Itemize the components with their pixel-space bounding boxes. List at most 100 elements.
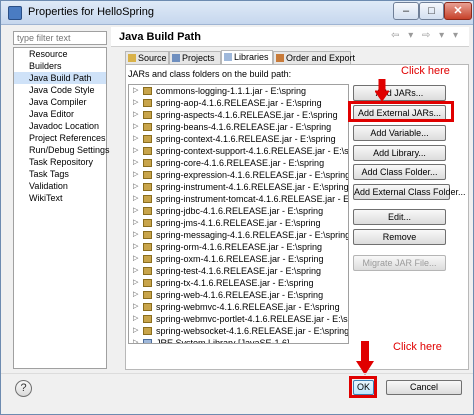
sidebar-item[interactable]: Project References <box>14 132 106 144</box>
add-jars-button[interactable]: Add JARs... <box>353 85 446 101</box>
properties-dialog: Properties for HelloSpring – □ ✕ Resourc… <box>0 0 474 415</box>
sidebar-item[interactable]: WikiText <box>14 192 106 204</box>
jar-icon <box>143 303 152 311</box>
jar-tree-row[interactable]: ▷ spring-aop-4.1.6.RELEASE.jar - E:\sprin… <box>129 97 348 109</box>
expand-toggle-icon[interactable]: ▷ <box>133 145 138 157</box>
jre-library-row[interactable]: ▷ JRE System Library [JavaSE-1.6] <box>129 337 348 343</box>
expand-toggle-icon[interactable]: ▷ <box>133 265 138 277</box>
jar-tree-row[interactable]: ▷ spring-beans-4.1.6.RELEASE.jar - E:\spr… <box>129 121 348 133</box>
jar-label: spring-instrument-4.1.6.RELEASE.jar - E:… <box>156 182 349 192</box>
jar-tree-row[interactable]: ▷ spring-instrument-4.1.6.RELEASE.jar - E… <box>129 181 348 193</box>
jar-tree-row[interactable]: ▷ spring-instrument-tomcat-4.1.6.RELEASE.… <box>129 193 348 205</box>
jar-tree-row[interactable]: ▷ spring-jms-4.1.6.RELEASE.jar - E:\sprin… <box>129 217 348 229</box>
jar-tree-row[interactable]: ▷ spring-test-4.1.6.RELEASE.jar - E:\spri… <box>129 265 348 277</box>
help-icon[interactable]: ? <box>15 380 32 397</box>
sidebar-item[interactable]: Task Tags <box>14 168 106 180</box>
footer-separator <box>1 373 473 374</box>
expand-toggle-icon[interactable]: ▷ <box>133 157 138 169</box>
sidebar-item[interactable]: Java Compiler <box>14 96 106 108</box>
filter-input[interactable] <box>13 31 107 45</box>
expand-toggle-icon[interactable]: ▷ <box>133 289 138 301</box>
maximize-button[interactable]: □ <box>419 2 444 20</box>
jar-tree-row[interactable]: ▷ spring-jdbc-4.1.6.RELEASE.jar - E:\spri… <box>129 205 348 217</box>
expand-toggle-icon[interactable]: ▷ <box>133 121 138 133</box>
jar-tree-row[interactable]: ▷ spring-messaging-4.1.6.RELEASE.jar - E:… <box>129 229 348 241</box>
jar-label: commons-logging-1.1.1.jar - E:\spring <box>156 86 307 96</box>
add-external-jars-highlight <box>348 101 454 122</box>
jar-tree-row[interactable]: ▷ spring-oxm-4.1.6.RELEASE.jar - E:\sprin… <box>129 253 348 265</box>
jar-tree-row[interactable]: ▷ spring-core-4.1.6.RELEASE.jar - E:\spri… <box>129 157 348 169</box>
jar-label: spring-aspects-4.1.6.RELEASE.jar - E:\sp… <box>156 110 338 120</box>
jar-tree-row[interactable]: ▷ spring-orm-4.1.6.RELEASE.jar - E:\sprin… <box>129 241 348 253</box>
expand-toggle-icon[interactable]: ▷ <box>133 181 138 193</box>
expand-toggle-icon[interactable]: ▷ <box>133 301 138 313</box>
expand-toggle-icon[interactable]: ▷ <box>133 193 138 205</box>
red-arrow-down-icon <box>375 79 389 101</box>
click-here-annotation-top: Click here <box>401 65 450 77</box>
jar-icon <box>143 147 152 155</box>
jar-tree-row[interactable]: ▷ spring-webmvc-portlet-4.1.6.RELEASE.jar… <box>129 313 348 325</box>
tab-source[interactable]: Source <box>125 51 169 65</box>
jar-label: spring-jms-4.1.6.RELEASE.jar - E:\spring <box>156 218 321 228</box>
history-nav-arrows[interactable]: ⇦ ▾ ⇨ ▾ ▾ <box>391 30 461 41</box>
sidebar-item[interactable]: Task Repository <box>14 156 106 168</box>
tab-libraries[interactable]: Libraries <box>221 50 273 65</box>
jar-tree-row[interactable]: ▷ spring-context-support-4.1.6.RELEASE.ja… <box>129 145 348 157</box>
expand-toggle-icon[interactable]: ▷ <box>133 241 138 253</box>
remove-button[interactable]: Remove <box>353 229 446 245</box>
jar-tree-row[interactable]: ▷ spring-tx-4.1.6.RELEASE.jar - E:\spring <box>129 277 348 289</box>
expand-toggle-icon[interactable]: ▷ <box>133 97 138 109</box>
close-button[interactable]: ✕ <box>444 2 472 20</box>
jar-tree[interactable]: ▷ commons-logging-1.1.1.jar - E:\spring ▷ s… <box>128 84 349 344</box>
minimize-button[interactable]: – <box>393 2 419 20</box>
jar-tree-row[interactable]: ▷ spring-expression-4.1.6.RELEASE.jar - E… <box>129 169 348 181</box>
projects-icon <box>172 54 180 62</box>
expand-toggle-icon[interactable]: ▷ <box>133 253 138 265</box>
expand-toggle-icon[interactable]: ▷ <box>133 205 138 217</box>
ok-button[interactable]: OK <box>353 380 374 395</box>
jar-tree-row[interactable]: ▷ commons-logging-1.1.1.jar - E:\spring <box>129 85 348 97</box>
tab-libraries-label: Libraries <box>234 52 269 62</box>
expand-toggle-icon[interactable]: ▷ <box>133 229 138 241</box>
app-icon <box>8 6 22 20</box>
jar-tree-row[interactable]: ▷ spring-websocket-4.1.6.RELEASE.jar - E:… <box>129 325 348 337</box>
add-library-button[interactable]: Add Library... <box>353 145 446 161</box>
edit-button[interactable]: Edit... <box>353 209 446 225</box>
expand-toggle-icon[interactable]: ▷ <box>133 109 138 121</box>
expand-toggle-icon[interactable]: ▷ <box>133 277 138 289</box>
source-folder-icon <box>128 54 136 62</box>
expand-toggle-icon[interactable]: ▷ <box>133 133 138 145</box>
sidebar-item[interactable]: Javadoc Location <box>14 120 106 132</box>
sidebar-item[interactable]: Run/Debug Settings <box>14 144 110 156</box>
sidebar-item[interactable]: Builders <box>14 60 106 72</box>
sidebar-item[interactable]: Java Code Style <box>14 84 106 96</box>
expand-toggle-icon[interactable]: ▷ <box>133 169 138 181</box>
jar-label: spring-test-4.1.6.RELEASE.jar - E:\sprin… <box>156 266 322 276</box>
expand-toggle-icon[interactable]: ▷ <box>133 325 138 337</box>
jar-icon <box>143 99 152 107</box>
jar-tree-row[interactable]: ▷ spring-web-4.1.6.RELEASE.jar - E:\sprin… <box>129 289 348 301</box>
tab-order-export[interactable]: Order and Export <box>273 51 355 65</box>
library-icon <box>143 339 152 343</box>
red-arrow-down-icon-ok <box>356 341 374 375</box>
migrate-jar-button[interactable]: Migrate JAR File... <box>353 255 446 271</box>
jar-tree-row[interactable]: ▷ spring-aspects-4.1.6.RELEASE.jar - E:\s… <box>129 109 348 121</box>
jar-icon <box>143 123 152 131</box>
sidebar-item[interactable]: Java Editor <box>14 108 106 120</box>
jar-label: spring-expression-4.1.6.RELEASE.jar - E:… <box>156 170 349 180</box>
sidebar-item[interactable]: Validation <box>14 180 106 192</box>
expand-toggle-icon[interactable]: ▷ <box>133 85 138 97</box>
expand-toggle-icon[interactable]: ▷ <box>133 217 138 229</box>
expand-toggle-icon[interactable]: ▷ <box>133 313 138 325</box>
sidebar-item[interactable]: Resource <box>14 48 106 60</box>
jar-label: spring-context-4.1.6.RELEASE.jar - E:\sp… <box>156 134 336 144</box>
add-variable-button[interactable]: Add Variable... <box>353 125 446 141</box>
tab-projects[interactable]: Projects <box>169 51 221 65</box>
add-external-class-folder-button[interactable]: Add External Class Folder... <box>353 184 466 200</box>
jar-tree-row[interactable]: ▷ spring-webmvc-4.1.6.RELEASE.jar - E:\sp… <box>129 301 348 313</box>
add-class-folder-button[interactable]: Add Class Folder... <box>353 164 446 180</box>
expand-toggle-icon[interactable]: ▷ <box>133 337 138 343</box>
cancel-button[interactable]: Cancel <box>386 380 462 395</box>
sidebar-item[interactable]: Java Build Path <box>14 72 106 84</box>
jar-tree-row[interactable]: ▷ spring-context-4.1.6.RELEASE.jar - E:\s… <box>129 133 348 145</box>
